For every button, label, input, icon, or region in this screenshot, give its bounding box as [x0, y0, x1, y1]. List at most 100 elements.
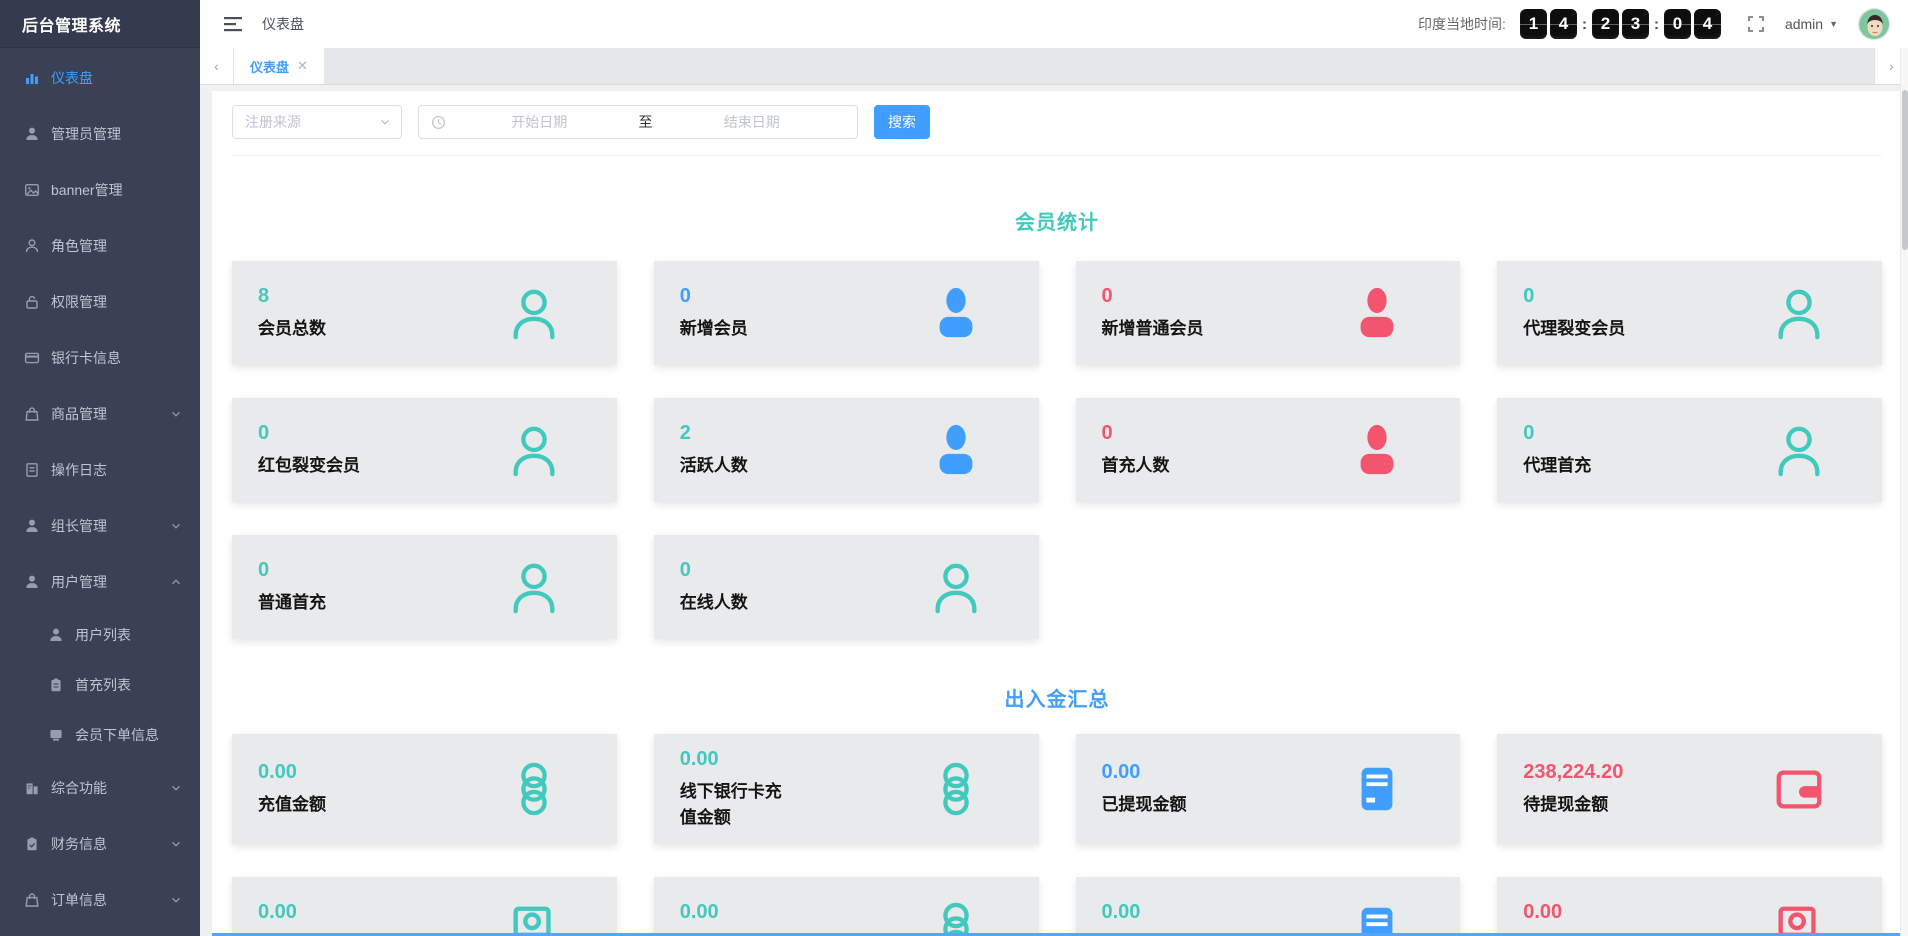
- money-stats-title: 出入金汇总: [232, 683, 1882, 712]
- stat-label: 待提现金额: [1523, 792, 1623, 818]
- stat-label: 活跃人数: [680, 453, 748, 479]
- sidebar-item-operation-log[interactable]: 操作日志: [0, 442, 200, 498]
- person-filled-icon: [1350, 286, 1404, 340]
- stat-card-online-users: 0 在线人数: [654, 535, 1039, 639]
- register-source-select[interactable]: 注册来源: [232, 105, 402, 139]
- sidebar-item-role-management[interactable]: 角色管理: [0, 218, 200, 274]
- clock-digit: 2: [1592, 9, 1619, 39]
- stat-value: 0.00: [1102, 901, 1204, 924]
- vertical-scrollbar[interactable]: [1900, 48, 1908, 936]
- start-date-input[interactable]: 开始日期: [446, 112, 633, 132]
- clock-colon: :: [1654, 16, 1659, 33]
- sidebar-item-dashboard[interactable]: 仪表盘: [0, 50, 200, 106]
- stat-card-recharge-amount: 0.00 充值金额: [232, 734, 617, 844]
- stat-label: 代理裂变会员: [1523, 316, 1625, 342]
- person-filled-icon: [929, 286, 983, 340]
- scrollbar-thumb[interactable]: [1902, 90, 1908, 250]
- filter-row: 注册来源 开始日期 至 结束日期 搜索: [232, 105, 1882, 156]
- stat-value: 0.00: [1523, 901, 1625, 924]
- date-range-picker[interactable]: 开始日期 至 结束日期: [418, 105, 858, 139]
- sidebar-item-bank-card-info[interactable]: 银行卡信息: [0, 330, 200, 386]
- caret-down-icon: ▼: [1829, 19, 1838, 29]
- stat-value: 0: [1523, 422, 1591, 445]
- sidebar-item-user-management[interactable]: 用户管理: [0, 554, 200, 610]
- order-bag-icon: [24, 892, 40, 908]
- user-dropdown[interactable]: admin ▼: [1785, 16, 1838, 32]
- sidebar: 后台管理系统 仪表盘 管理员管理 banner管理 角色管理 权限管理: [0, 0, 200, 936]
- username: admin: [1785, 16, 1823, 32]
- stat-card-member-total: 8 会员总数: [232, 261, 617, 365]
- sidebar-item-order-info[interactable]: 订单信息: [0, 872, 200, 928]
- person-outline-icon: [507, 423, 561, 477]
- stat-card-pending-withdraw-amount: 238,224.20 待提现金额: [1497, 734, 1882, 844]
- stat-card-first-charge-users: 0 首充人数: [1076, 398, 1461, 502]
- bar-chart-icon: [24, 70, 40, 86]
- chevron-down-icon: [170, 838, 182, 850]
- wallet-icon: [1772, 762, 1826, 816]
- sidebar-item-finance-info[interactable]: 财务信息: [0, 816, 200, 872]
- clock-icon: [431, 115, 446, 130]
- sidebar-item-leader-management[interactable]: 组长管理: [0, 498, 200, 554]
- stat-card-order-commission: 0.00 订单分佣: [232, 877, 617, 936]
- tab-label: 仪表盘: [250, 57, 289, 76]
- cash-icon: [507, 902, 561, 936]
- stat-card-new-members: 0 新增会员: [654, 261, 1039, 365]
- stat-value: 8: [258, 285, 326, 308]
- clock-digit: 3: [1622, 9, 1649, 39]
- order-message-icon: [48, 727, 64, 743]
- sidebar-item-admin-management[interactable]: 管理员管理: [0, 106, 200, 162]
- clock-digit: 4: [1550, 9, 1577, 39]
- tab-bar: ‹ 仪表盘 ✕ ›: [200, 48, 1908, 85]
- chevron-down-icon: [379, 116, 391, 128]
- sidebar-item-goods-management[interactable]: 商品管理: [0, 386, 200, 442]
- content-area: 注册来源 开始日期 至 结束日期 搜索 会员统计 8: [200, 85, 1908, 936]
- stat-value: 0: [1523, 285, 1625, 308]
- users-icon: [24, 574, 40, 590]
- chevron-down-icon: [170, 408, 182, 420]
- collapse-menu-icon[interactable]: [224, 16, 244, 32]
- tab-scroll-left-button[interactable]: ‹: [200, 48, 234, 84]
- app-root: 后台管理系统 仪表盘 管理员管理 banner管理 角色管理 权限管理: [0, 0, 1908, 936]
- money-stats-grid: 0.00 充值金额 0.00 线下银行卡充值金额 0.00 已提现金额: [232, 734, 1882, 936]
- close-icon[interactable]: ✕: [297, 58, 308, 74]
- sidebar-item-permission-management[interactable]: 权限管理: [0, 274, 200, 330]
- stat-label: 新增会员: [680, 316, 748, 342]
- dashboard-panel: 注册来源 开始日期 至 结束日期 搜索 会员统计 8: [212, 91, 1900, 936]
- stat-card-buy-signin-gift: 0.00 购买签到礼包: [1076, 877, 1461, 936]
- sidebar-item-composite-functions[interactable]: 综合功能: [0, 760, 200, 816]
- sidebar-item-user-list[interactable]: 用户列表: [0, 610, 200, 660]
- stat-card-redpacket-fission-members: 0 红包裂变会员: [232, 398, 617, 502]
- sidebar-item-member-order-info[interactable]: 会员下单信息: [0, 710, 200, 760]
- stat-label: 代理首充: [1523, 453, 1591, 479]
- clock-digit: 4: [1694, 9, 1721, 39]
- role-person-icon: [24, 238, 40, 254]
- fullscreen-icon[interactable]: [1747, 15, 1765, 33]
- end-date-input[interactable]: 结束日期: [659, 112, 846, 132]
- tab-dashboard[interactable]: 仪表盘 ✕: [234, 48, 324, 84]
- avatar[interactable]: [1858, 8, 1890, 40]
- stat-card-agent-first-charge: 0 代理首充: [1497, 398, 1882, 502]
- stat-label: 在线人数: [680, 590, 748, 616]
- stat-value: 0.00: [1102, 761, 1187, 784]
- cash-icon: [1772, 902, 1826, 936]
- sidebar-menu: 仪表盘 管理员管理 banner管理 角色管理 权限管理 银行卡信息: [0, 48, 200, 928]
- stat-label: 新增普通会员: [1102, 316, 1204, 342]
- chevron-down-icon: [170, 894, 182, 906]
- building-icon: [24, 780, 40, 796]
- sidebar-item-banner-management[interactable]: banner管理: [0, 162, 200, 218]
- stat-label: 线下银行卡充值金额: [680, 779, 792, 830]
- stat-card-withdrawn-amount: 0.00 已提现金额: [1076, 734, 1461, 844]
- search-button[interactable]: 搜索: [874, 105, 930, 139]
- stat-card-offline-bank-recharge: 0.00 线下银行卡充值金额: [654, 734, 1039, 844]
- sidebar-item-first-charge-list[interactable]: 首充列表: [0, 660, 200, 710]
- chevron-down-icon: [170, 520, 182, 532]
- person-outline-icon: [507, 560, 561, 614]
- chevron-down-icon: [170, 782, 182, 794]
- stat-card-normal-first-charge: 0 普通首充: [232, 535, 617, 639]
- user-icon: [48, 627, 64, 643]
- bank-card-icon: [24, 350, 40, 366]
- clock-digit: 1: [1520, 9, 1547, 39]
- date-separator: 至: [633, 112, 659, 132]
- stat-label: 首充人数: [1102, 453, 1170, 479]
- clipboard-icon: [48, 677, 64, 693]
